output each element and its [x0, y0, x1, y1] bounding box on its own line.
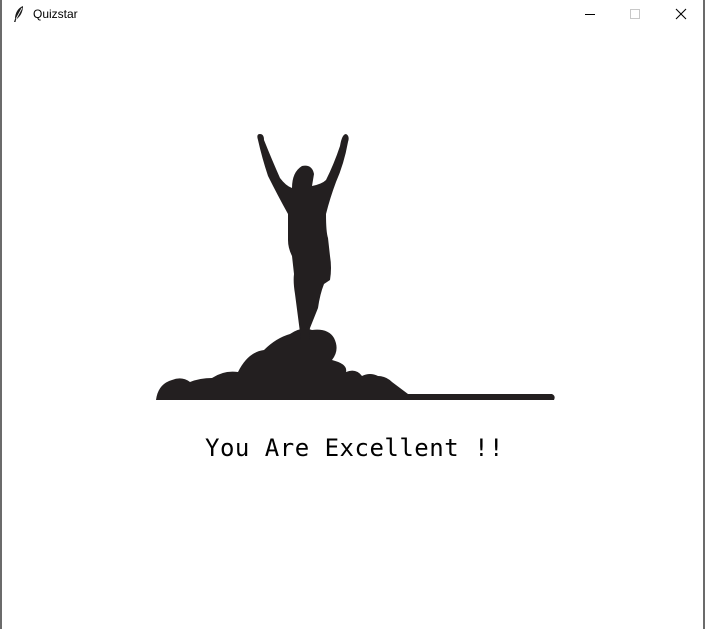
result-message: You Are Excellent !!: [205, 434, 504, 462]
maximize-button[interactable]: [612, 0, 657, 28]
result-panel: You Are Excellent !!: [2, 28, 703, 629]
minimize-button[interactable]: [567, 0, 612, 28]
close-icon: [675, 8, 686, 20]
feather-icon: [14, 6, 23, 22]
victory-silhouette: [156, 134, 555, 400]
close-button[interactable]: [658, 0, 703, 28]
maximize-icon: [629, 9, 640, 19]
title-bar[interactable]: Quizstar: [2, 0, 703, 28]
minimize-icon: [584, 14, 595, 15]
app-window: Quizstar You Are Excellent !!: [0, 0, 705, 629]
window-title: Quizstar: [33, 7, 78, 21]
